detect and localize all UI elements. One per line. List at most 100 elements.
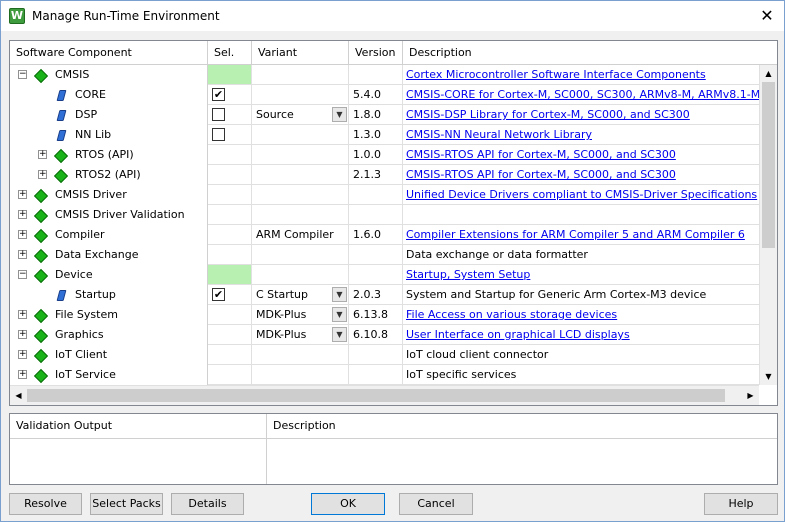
table-row[interactable]: + CMSIS Driver Validation bbox=[10, 205, 759, 225]
component-name-cell[interactable]: + IoT Client bbox=[10, 345, 208, 365]
collapse-icon[interactable]: − bbox=[18, 70, 27, 79]
description-link[interactable]: CMSIS-NN Neural Network Library bbox=[406, 128, 592, 141]
expand-icon[interactable]: + bbox=[38, 150, 47, 159]
collapse-icon[interactable]: − bbox=[18, 270, 27, 279]
description-cell[interactable]: CMSIS-NN Neural Network Library bbox=[403, 125, 759, 145]
col-validation-output[interactable]: Validation Output bbox=[10, 414, 112, 438]
table-row[interactable]: + Compiler ARM Compiler 1.6.0 Compiler Exten… bbox=[10, 225, 759, 245]
chevron-down-icon[interactable]: ▼ bbox=[332, 287, 347, 302]
expand-icon[interactable]: + bbox=[18, 210, 27, 219]
col-software-component[interactable]: Software Component bbox=[10, 41, 208, 65]
resolve-button[interactable]: Resolve bbox=[9, 493, 82, 515]
description-link[interactable]: CMSIS-DSP Library for Cortex-M, SC000, a… bbox=[406, 108, 690, 121]
ok-button[interactable]: OK bbox=[311, 493, 385, 515]
table-row[interactable]: + Data Exchange Data exchange or data form… bbox=[10, 245, 759, 265]
table-row[interactable]: + Graphics MDK-Plus ▼ 6.10.8 User Interface o… bbox=[10, 325, 759, 345]
component-name-cell[interactable]: + CMSIS Driver bbox=[10, 185, 208, 205]
table-row[interactable]: CORE ✔ 5.4.0 CMSIS-CORE for Cortex-M, SC000… bbox=[10, 85, 759, 105]
component-name-cell[interactable]: + IoT Service bbox=[10, 365, 208, 385]
table-row[interactable]: + RTOS (API) 1.0.0 CMSIS-RTOS API for Corte… bbox=[10, 145, 759, 165]
expand-icon[interactable]: + bbox=[18, 330, 27, 339]
scroll-down-icon[interactable]: ▼ bbox=[760, 368, 777, 385]
expand-icon[interactable]: + bbox=[18, 230, 27, 239]
help-button[interactable]: Help bbox=[704, 493, 778, 515]
table-row[interactable]: − Device Startup, System Setup bbox=[10, 265, 759, 285]
checked-checkbox[interactable]: ✔ bbox=[212, 288, 225, 301]
unchecked-checkbox[interactable] bbox=[212, 108, 225, 121]
description-cell[interactable]: CMSIS-RTOS API for Cortex-M, SC000, and … bbox=[403, 145, 759, 165]
selection-cell[interactable] bbox=[208, 125, 252, 145]
variant-cell[interactable]: Source ▼ bbox=[252, 105, 349, 125]
chevron-down-icon[interactable]: ▼ bbox=[332, 107, 347, 122]
scroll-left-icon[interactable]: ◀ bbox=[10, 386, 27, 405]
component-name-cell[interactable]: Startup bbox=[10, 285, 208, 305]
component-name-cell[interactable]: CORE bbox=[10, 85, 208, 105]
description-cell[interactable]: File Access on various storage devices bbox=[403, 305, 759, 325]
component-name-cell[interactable]: DSP bbox=[10, 105, 208, 125]
expand-icon[interactable]: + bbox=[18, 250, 27, 259]
description-cell[interactable]: CMSIS-RTOS API for Cortex-M, SC000, and … bbox=[403, 165, 759, 185]
description-cell[interactable]: Compiler Extensions for ARM Compiler 5 a… bbox=[403, 225, 759, 245]
expand-icon[interactable]: + bbox=[18, 350, 27, 359]
description-cell[interactable]: CMSIS-CORE for Cortex-M, SC000, SC300, A… bbox=[403, 85, 759, 105]
col-variant[interactable]: Variant bbox=[252, 41, 349, 65]
cancel-button[interactable]: Cancel bbox=[399, 493, 473, 515]
vertical-scroll-thumb[interactable] bbox=[762, 82, 775, 248]
description-link[interactable]: User Interface on graphical LCD displays bbox=[406, 328, 630, 341]
component-name-cell[interactable]: + File System bbox=[10, 305, 208, 325]
variant-cell[interactable]: MDK-Plus ▼ bbox=[252, 305, 349, 325]
expand-icon[interactable]: + bbox=[38, 170, 47, 179]
table-row[interactable]: DSP Source ▼ 1.8.0 CMSIS-DSP Library for Cor… bbox=[10, 105, 759, 125]
expand-icon[interactable]: + bbox=[18, 370, 27, 379]
description-link[interactable]: CMSIS-CORE for Cortex-M, SC000, SC300, A… bbox=[406, 88, 759, 101]
select-packs-button[interactable]: Select Packs bbox=[90, 493, 163, 515]
col-sel[interactable]: Sel. bbox=[208, 41, 252, 65]
table-row[interactable]: Startup ✔ C Startup ▼ 2.0.3 System and Startu… bbox=[10, 285, 759, 305]
description-link[interactable]: CMSIS-RTOS API for Cortex-M, SC000, and … bbox=[406, 148, 676, 161]
horizontal-scrollbar[interactable]: ◀ ▶ bbox=[10, 385, 759, 405]
description-cell[interactable]: Cortex Microcontroller Software Interfac… bbox=[403, 65, 759, 85]
description-link[interactable]: File Access on various storage devices bbox=[406, 308, 617, 321]
details-button[interactable]: Details bbox=[171, 493, 244, 515]
component-name-cell[interactable]: + CMSIS Driver Validation bbox=[10, 205, 208, 225]
selection-cell[interactable]: ✔ bbox=[208, 285, 252, 305]
table-row[interactable]: + CMSIS Driver Unified Device Drivers comp… bbox=[10, 185, 759, 205]
table-row[interactable]: + RTOS2 (API) 2.1.3 CMSIS-RTOS API for Cort… bbox=[10, 165, 759, 185]
component-name-cell[interactable]: − Device bbox=[10, 265, 208, 285]
description-cell[interactable]: CMSIS-DSP Library for Cortex-M, SC000, a… bbox=[403, 105, 759, 125]
expand-icon[interactable]: + bbox=[18, 310, 27, 319]
component-name-cell[interactable]: + RTOS2 (API) bbox=[10, 165, 208, 185]
unchecked-checkbox[interactable] bbox=[212, 128, 225, 141]
component-name-cell[interactable]: + Data Exchange bbox=[10, 245, 208, 265]
col-validation-description[interactable]: Description bbox=[267, 414, 336, 438]
col-description[interactable]: Description bbox=[403, 41, 777, 65]
component-name-cell[interactable]: + Graphics bbox=[10, 325, 208, 345]
vertical-scrollbar[interactable]: ▲ ▼ bbox=[759, 65, 777, 385]
description-link[interactable]: Cortex Microcontroller Software Interfac… bbox=[406, 68, 706, 81]
table-row[interactable]: NN Lib 1.3.0 CMSIS-NN Neural Network Libra… bbox=[10, 125, 759, 145]
checked-checkbox[interactable]: ✔ bbox=[212, 88, 225, 101]
description-link[interactable]: Startup, System Setup bbox=[406, 268, 530, 281]
description-cell[interactable]: Unified Device Drivers compliant to CMSI… bbox=[403, 185, 759, 205]
description-cell[interactable]: User Interface on graphical LCD displays bbox=[403, 325, 759, 345]
table-row[interactable]: + File System MDK-Plus ▼ 6.13.8 File Access o… bbox=[10, 305, 759, 325]
chevron-down-icon[interactable]: ▼ bbox=[332, 307, 347, 322]
selection-cell[interactable]: ✔ bbox=[208, 85, 252, 105]
title-bar[interactable]: W Manage Run-Time Environment ✕ bbox=[1, 1, 784, 31]
component-name-cell[interactable]: + Compiler bbox=[10, 225, 208, 245]
table-row[interactable]: − CMSIS Cortex Microcontroller Software In… bbox=[10, 65, 759, 85]
description-link[interactable]: Unified Device Drivers compliant to CMSI… bbox=[406, 188, 757, 201]
scroll-right-icon[interactable]: ▶ bbox=[742, 386, 759, 405]
component-name-cell[interactable]: NN Lib bbox=[10, 125, 208, 145]
horizontal-scroll-thumb[interactable] bbox=[27, 389, 725, 402]
description-cell[interactable]: Startup, System Setup bbox=[403, 265, 759, 285]
expand-icon[interactable]: + bbox=[18, 190, 27, 199]
col-version[interactable]: Version bbox=[349, 41, 403, 65]
selection-cell[interactable] bbox=[208, 105, 252, 125]
component-name-cell[interactable]: − CMSIS bbox=[10, 65, 208, 85]
description-link[interactable]: CMSIS-RTOS API for Cortex-M, SC000, and … bbox=[406, 168, 676, 181]
variant-cell[interactable]: MDK-Plus ▼ bbox=[252, 325, 349, 345]
chevron-down-icon[interactable]: ▼ bbox=[332, 327, 347, 342]
close-icon[interactable]: ✕ bbox=[756, 5, 778, 27]
component-name-cell[interactable]: + RTOS (API) bbox=[10, 145, 208, 165]
